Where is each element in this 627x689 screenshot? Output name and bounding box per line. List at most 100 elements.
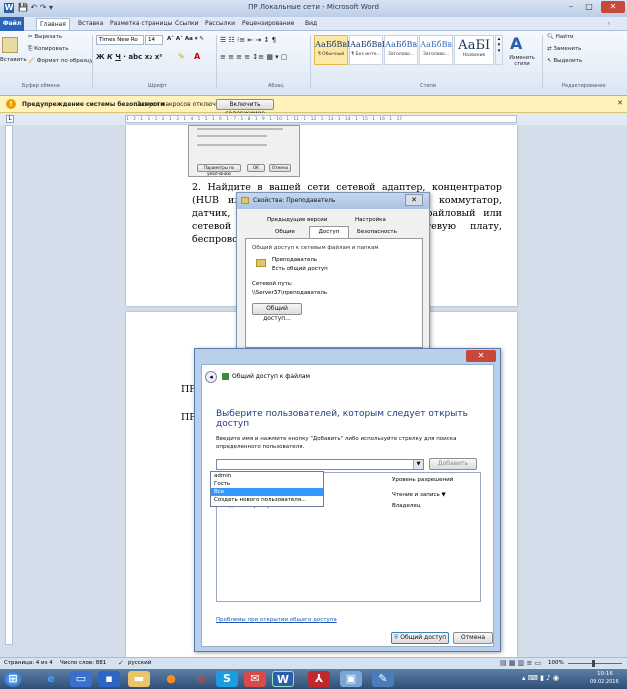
close-icon[interactable]: ✕ [405, 194, 423, 206]
dropdown-option[interactable]: admin [211, 472, 323, 480]
view-mode-icons[interactable]: ▤ ▦ ▥ ≡ ▭ [500, 659, 541, 667]
tab-home[interactable]: Главная [36, 18, 70, 30]
pdf-icon[interactable]: ⅄ [308, 671, 330, 687]
styles-more-icon[interactable]: ▴ ▾ ▾ [495, 35, 503, 65]
zoom-level[interactable]: 100% [548, 660, 564, 666]
close-bar-icon[interactable]: ✕ [617, 99, 623, 107]
word-count[interactable]: Число слов: 881 [60, 660, 106, 666]
paint-icon[interactable]: ✎ [372, 671, 394, 687]
paste-icon[interactable] [2, 37, 18, 53]
style-no-spacing[interactable]: АаБбВвІ ¶ Без инте... [349, 35, 385, 65]
user-name-combobox[interactable]: ▼ [216, 459, 424, 470]
cancel-button[interactable]: Отмена [453, 632, 493, 644]
style-name: ¶ Без инте... [351, 52, 381, 57]
add-button[interactable]: Добавить [429, 458, 477, 470]
explorer-icon[interactable]: ▬ [128, 671, 150, 687]
clock-date[interactable]: 09.02.2016 [590, 679, 619, 685]
replace-button[interactable]: ⇄ Заменить [547, 46, 581, 52]
select-button[interactable]: ↖ Выделить [547, 58, 582, 64]
vertical-ruler[interactable] [5, 125, 13, 645]
tab-page-layout[interactable]: Разметка страницы [110, 20, 172, 27]
change-styles-icon[interactable]: A [510, 34, 522, 53]
dropdown-option[interactable]: Создать нового пользователя... [211, 496, 323, 504]
tab-references[interactable]: Ссылки [175, 20, 199, 27]
tab-file[interactable]: Файл [0, 17, 24, 31]
grow-shrink-font-icons[interactable]: A˄ A˅ Aa ▾ ✎ [167, 36, 204, 42]
tab-security[interactable]: Безопасность [357, 229, 397, 235]
thumb-line [197, 135, 267, 137]
zoom-slider-thumb[interactable] [592, 660, 595, 667]
mail-icon[interactable]: ✉ [244, 671, 266, 687]
list-icons[interactable]: ☰ ☷ ⁝≡ ⇤ ⇥ ↕ ¶ [220, 36, 276, 44]
zoom-slider[interactable] [568, 663, 622, 664]
separator [92, 35, 93, 89]
tab-general[interactable]: Общие [275, 229, 295, 235]
chrome-icon[interactable]: ◎ [190, 671, 212, 687]
word-taskbar-icon[interactable]: W [272, 671, 294, 687]
style-title[interactable]: АаБІ Название [454, 35, 494, 65]
tab-selector-icon[interactable]: L [6, 115, 14, 123]
enable-content-button[interactable]: Включить содержимое [216, 99, 274, 117]
format-painter-button[interactable]: 🖌 Формат по образцу [28, 58, 93, 64]
maximize-icon[interactable]: □ [581, 1, 597, 13]
proofing-icon[interactable]: ✓ [118, 659, 124, 667]
shared-folder-icon [256, 259, 266, 267]
font-format-icons[interactable]: Ж К Ч · abc x₂ x² [96, 53, 162, 61]
style-heading-2[interactable]: АаБбВв Заголово... [419, 35, 453, 65]
screenshot-tool-icon[interactable]: ▣ [340, 671, 362, 687]
tab-insert[interactable]: Вставка [78, 20, 103, 27]
network-path-label: Сетевой путь: [252, 281, 293, 287]
tab-review[interactable]: Рецензирование [242, 20, 294, 27]
file-sharing-dialog: ✕ ◂ Общий доступ к файлам Выберите польз… [194, 348, 501, 652]
style-name: ¶ Обычный [317, 52, 345, 57]
cut-label: Вырезать [34, 34, 63, 40]
dropdown-arrow-icon[interactable]: ▼ [413, 460, 423, 469]
firefox-icon[interactable]: ● [160, 671, 182, 687]
ribbon-tabs: Файл Главная Вставка Разметка страницы С… [0, 17, 627, 31]
highlight-icon[interactable]: ✎ [178, 52, 185, 61]
skype-icon[interactable]: S [216, 671, 238, 687]
find-button[interactable]: 🔍︎ Найти [547, 34, 574, 40]
style-preview: АаБІ [457, 38, 491, 53]
horizontal-ruler[interactable]: 1 · 2 · 1 · 1 · 1 · 2 · 1 · 3 · 1 · 4 · … [125, 115, 517, 123]
paste-button[interactable]: Вставить [0, 57, 27, 63]
font-name-box[interactable]: Times New Ro [96, 35, 144, 45]
brush-icon: 🖌 [28, 58, 37, 64]
tab-customize[interactable]: Настройка [355, 217, 386, 223]
page-count[interactable]: Страница: 4 из 4 [4, 660, 53, 666]
tab-mailings[interactable]: Рассылки [205, 20, 235, 27]
internet-explorer-icon[interactable]: e [40, 671, 62, 687]
close-icon[interactable]: ✕ [601, 1, 625, 13]
tab-previous-versions[interactable]: Предыдущие версии [267, 217, 327, 223]
font-color-icon[interactable]: A [194, 52, 200, 61]
help-icon[interactable]: ◦ [607, 20, 611, 28]
change-styles-button[interactable]: Изменить стили [506, 55, 538, 67]
start-button-icon[interactable]: ⊞ [4, 671, 22, 687]
minimize-icon[interactable]: – [563, 1, 579, 13]
clock-time[interactable]: 10:16 [597, 671, 613, 677]
back-arrow-icon[interactable]: ◂ [205, 371, 217, 383]
binoculars-icon: 🔍︎ [547, 34, 556, 40]
dropdown-option[interactable]: Гость [211, 480, 323, 488]
copy-button[interactable]: ⎘ Копировать [28, 46, 69, 53]
cut-button[interactable]: ✂ Вырезать [28, 34, 62, 40]
style-heading-1[interactable]: АаБбВв Заголово... [384, 35, 418, 65]
share-confirm-button[interactable]: ⛨ Общий доступ [391, 632, 449, 644]
format-label: Формат по образцу [36, 58, 94, 64]
share-button[interactable]: Общий доступ... [252, 303, 302, 322]
sharing-problems-link[interactable]: Проблемы при открытии общего доступа [216, 617, 337, 623]
properties-titlebar: Свойства: Преподаватель ✕ [237, 193, 429, 209]
close-icon[interactable]: ✕ [466, 350, 496, 362]
language[interactable]: русский [128, 660, 151, 666]
status-bar: Страница: 4 из 4 Число слов: 881 ✓ русск… [0, 657, 627, 669]
alignment-icons[interactable]: ≡ ≡ ≡ ≡ ↕≡ ▦ ▾ ▢ [220, 53, 288, 61]
permission-level-value[interactable]: Чтение и запись ▼ [392, 492, 446, 498]
outlook-icon[interactable]: ▪ [98, 671, 120, 687]
tab-sharing[interactable]: Доступ [309, 226, 349, 238]
tray-icons[interactable]: ▴ ⌨ ▮ ♪ ◉ [522, 674, 559, 682]
tab-view[interactable]: Вид [305, 20, 317, 27]
dropdown-option-selected[interactable]: Все [211, 488, 323, 496]
font-size-box[interactable]: 14 [145, 35, 163, 45]
taskbar-app-icon[interactable]: ▭ [70, 671, 92, 687]
style-normal[interactable]: АаБбВвІ ¶ Обычный [314, 35, 350, 65]
